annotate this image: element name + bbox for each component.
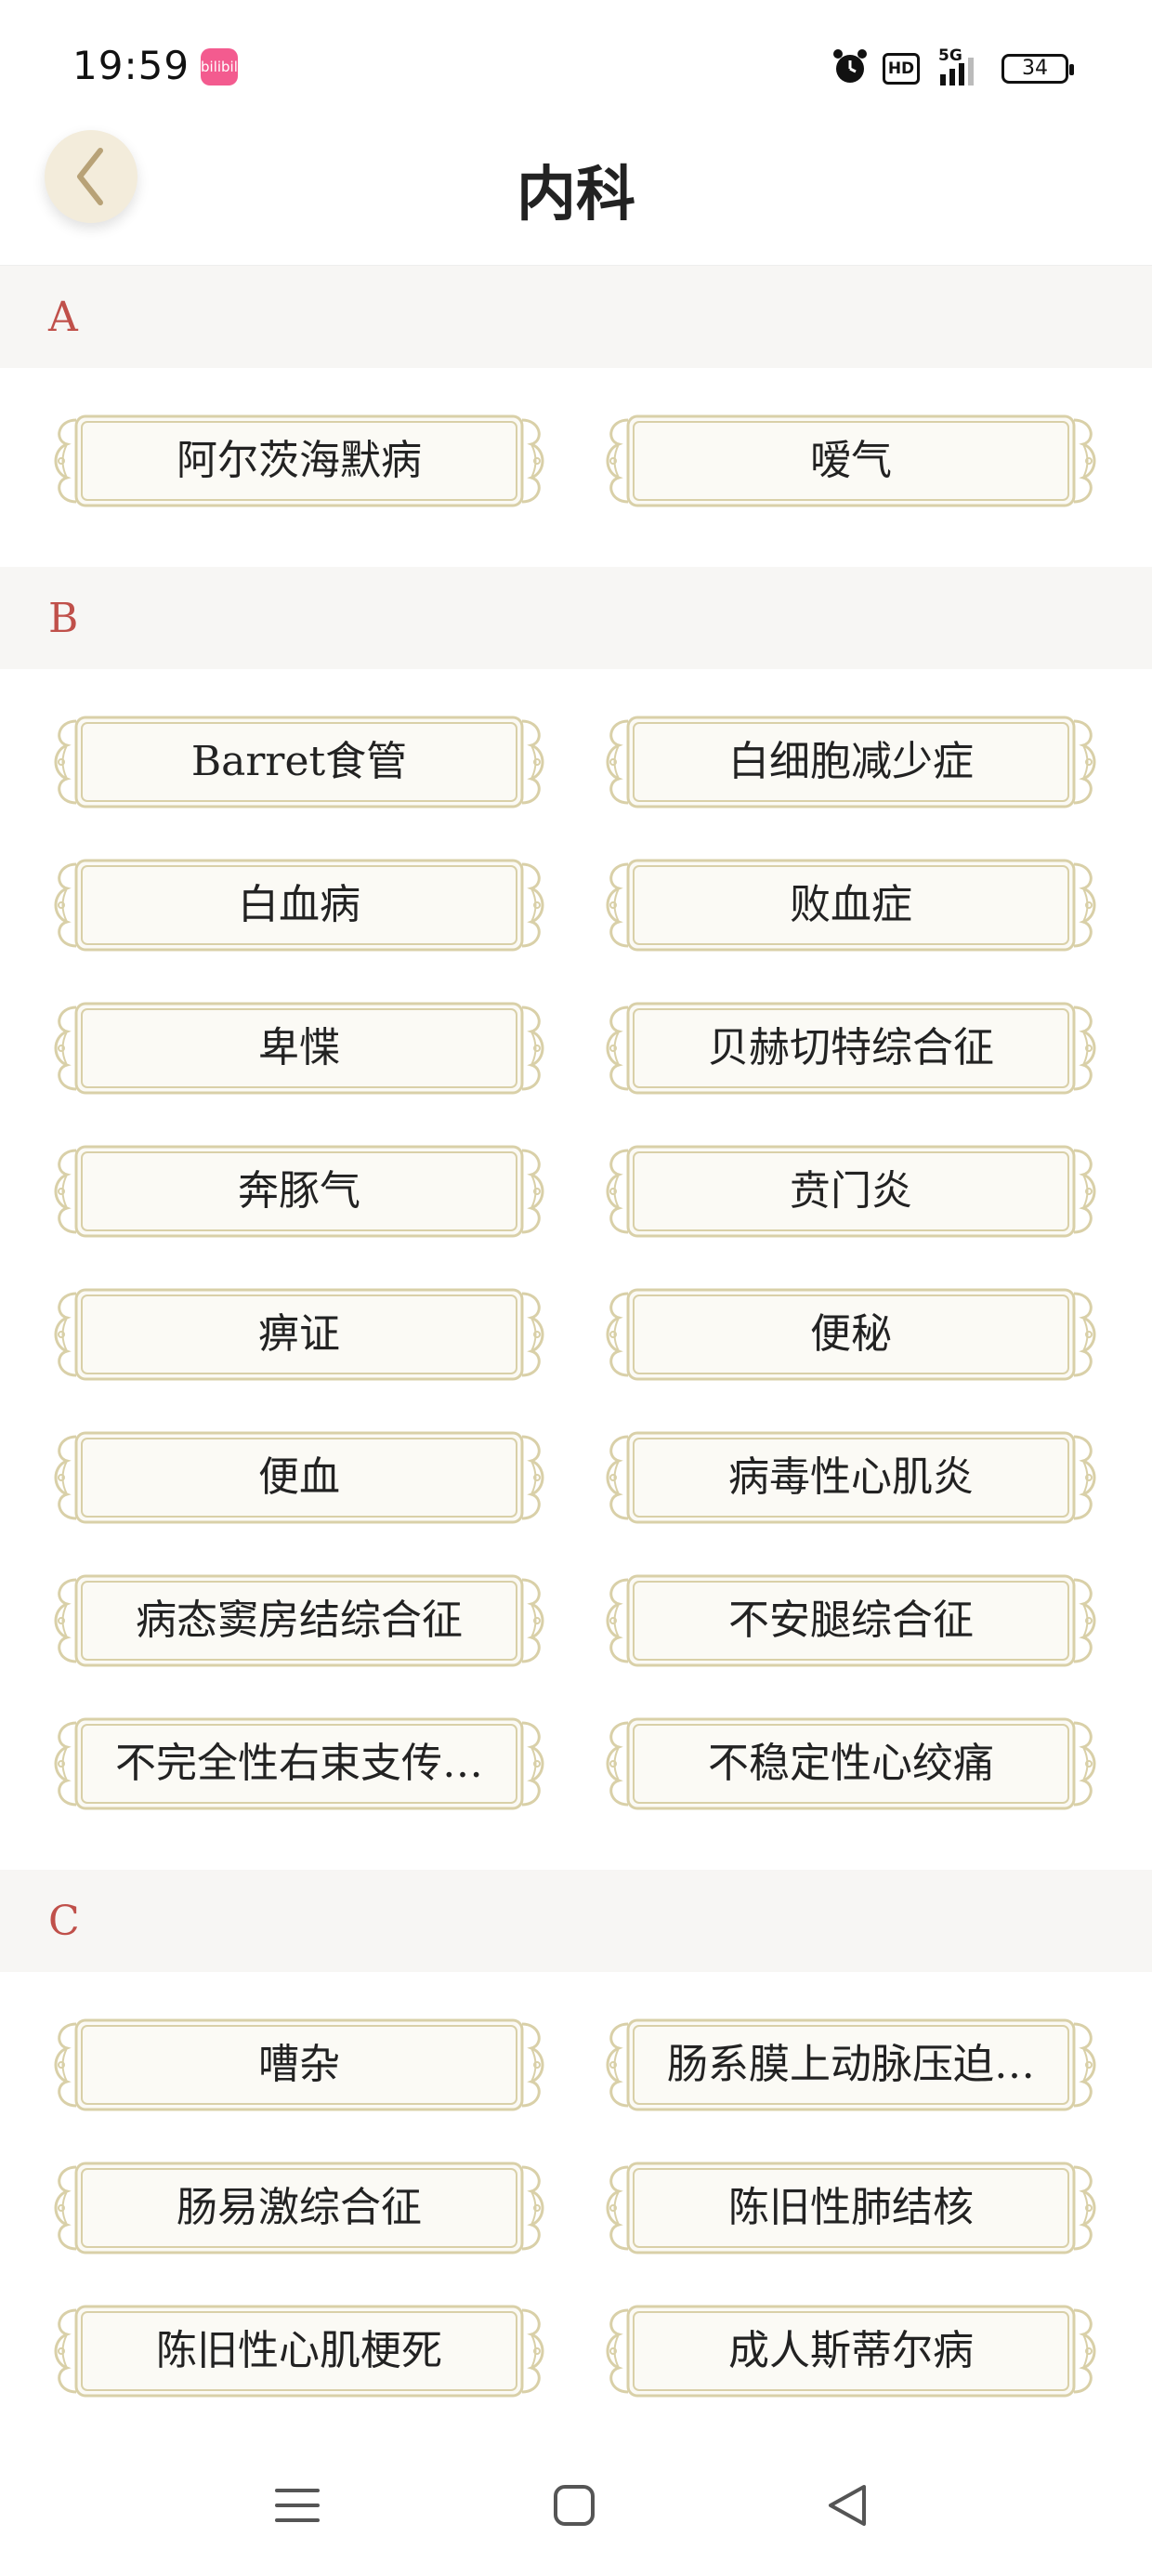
disease-item[interactable]: 肠系膜上动脉压迫… [600, 2017, 1102, 2113]
disease-item[interactable]: Barret食管 [48, 714, 550, 810]
disease-item-label: 肠易激综合征 [177, 2184, 422, 2231]
disease-list[interactable]: A 阿尔茨海默病 嗳气 B Barret食管 白细胞减少症 白血病 败血症 卑惵… [0, 266, 1152, 2431]
item-row: 嘈杂 肠系膜上动脉压迫… [0, 2017, 1152, 2160]
alarm-clock-icon [831, 46, 870, 91]
section-letter: B [48, 595, 79, 642]
disease-item[interactable]: 便秘 [600, 1286, 1102, 1383]
disease-item[interactable]: 贝赫切特综合征 [600, 1000, 1102, 1097]
disease-item-label: 阿尔茨海默病 [177, 437, 422, 484]
disease-item-label: Barret食管 [190, 738, 408, 785]
disease-item-label: 不完全性右束支传… [115, 1740, 483, 1787]
disease-item[interactable]: 陈旧性心肌梗死 [48, 2303, 550, 2399]
section-header-b: B [0, 567, 1152, 669]
item-row: 便血 病毒性心肌炎 [0, 1429, 1152, 1572]
item-row: 病态窦房结综合征 不安腿综合征 [0, 1572, 1152, 1715]
nav-back-button[interactable] [810, 2468, 884, 2543]
item-row: 痹证 便秘 [0, 1286, 1152, 1429]
disease-item[interactable]: 卑惵 [48, 1000, 550, 1097]
disease-item[interactable]: 贲门炎 [600, 1143, 1102, 1240]
back-button[interactable] [45, 130, 137, 223]
menu-icon [275, 2489, 320, 2522]
status-indicators: HD 5G 34 [831, 46, 1074, 91]
item-row: 阿尔茨海默病 嗳气 [0, 413, 1152, 556]
disease-item[interactable]: 肠易激综合征 [48, 2160, 550, 2256]
chevron-left-icon [77, 148, 103, 205]
disease-item[interactable]: 嘈杂 [48, 2017, 550, 2113]
disease-item[interactable]: 嗳气 [600, 413, 1102, 509]
disease-item-label: 陈旧性心肌梗死 [156, 2327, 442, 2374]
section-letter: A [48, 294, 78, 341]
disease-item[interactable]: 痹证 [48, 1286, 550, 1383]
disease-item[interactable]: 不安腿综合征 [600, 1572, 1102, 1669]
bilibili-app-icon: bilibili [201, 48, 242, 85]
section-letter: C [48, 1898, 80, 1945]
nav-home-button[interactable] [537, 2468, 611, 2543]
disease-item-label: 不稳定性心绞痛 [708, 1740, 994, 1787]
disease-item[interactable]: 陈旧性肺结核 [600, 2160, 1102, 2256]
item-row: 不完全性右束支传… 不稳定性心绞痛 [0, 1715, 1152, 1859]
app-screen: 19:59 bilibili HD 5G 34 内科 A 阿尔茨海默病 嗳气 B… [0, 0, 1152, 2576]
back-triangle-icon [829, 2485, 866, 2526]
disease-item[interactable]: 病态窦房结综合征 [48, 1572, 550, 1669]
page-header: 内科 [0, 121, 1152, 266]
battery-indicator: 34 [1001, 54, 1074, 84]
disease-item-label: 病毒性心肌炎 [728, 1453, 974, 1501]
disease-item-label: 嗳气 [810, 437, 892, 484]
disease-item-label: 白细胞减少症 [728, 738, 974, 785]
disease-item-label: 嘈杂 [258, 2041, 340, 2088]
section-header-a: A [0, 266, 1152, 368]
disease-item[interactable]: 病毒性心肌炎 [600, 1429, 1102, 1526]
disease-item[interactable]: 败血症 [600, 857, 1102, 953]
disease-item-label: 成人斯蒂尔病 [728, 2327, 974, 2374]
section-header-c: C [0, 1870, 1152, 1972]
status-bar: 19:59 bilibili HD 5G 34 [0, 0, 1152, 121]
item-row: 奔豚气 贲门炎 [0, 1143, 1152, 1286]
disease-item-label: 痹证 [258, 1310, 340, 1358]
disease-item-label: 病态窦房结综合征 [136, 1597, 463, 1644]
disease-item-label: 奔豚气 [238, 1167, 360, 1215]
item-row: 白血病 败血症 [0, 857, 1152, 1000]
section-body-a: 阿尔茨海默病 嗳气 [0, 368, 1152, 567]
disease-item-label: 白血病 [238, 881, 360, 928]
nav-menu-button[interactable] [260, 2468, 334, 2543]
disease-item-label: 肠系膜上动脉压迫… [667, 2041, 1035, 2088]
section-body-c: 嘈杂 肠系膜上动脉压迫… 肠易激综合征 陈旧性肺结核 陈旧性心肌梗死 成人斯蒂尔… [0, 1972, 1152, 2431]
section-body-b: Barret食管 白细胞减少症 白血病 败血症 卑惵 贝赫切特综合征 奔豚气 贲… [0, 669, 1152, 1870]
system-nav-bar [0, 2431, 1152, 2576]
item-row: 肠易激综合征 陈旧性肺结核 [0, 2160, 1152, 2303]
disease-item[interactable]: 不完全性右束支传… [48, 1715, 550, 1812]
disease-item[interactable]: 白细胞减少症 [600, 714, 1102, 810]
status-time: 19:59 [72, 43, 190, 88]
item-row: 陈旧性心肌梗死 成人斯蒂尔病 [0, 2303, 1152, 2431]
disease-item[interactable]: 阿尔茨海默病 [48, 413, 550, 509]
disease-item-label: 贲门炎 [790, 1167, 912, 1215]
item-row: Barret食管 白细胞减少症 [0, 714, 1152, 857]
disease-item[interactable]: 奔豚气 [48, 1143, 550, 1240]
disease-item-label: 贝赫切特综合征 [708, 1024, 994, 1071]
disease-item[interactable]: 白血病 [48, 857, 550, 953]
disease-item[interactable]: 不稳定性心绞痛 [600, 1715, 1102, 1812]
disease-item-label: 卑惵 [258, 1024, 340, 1071]
disease-item[interactable]: 成人斯蒂尔病 [600, 2303, 1102, 2399]
page-title: 内科 [517, 160, 635, 230]
signal-bars-icon: 5G [933, 46, 988, 89]
disease-item-label: 便秘 [810, 1310, 892, 1358]
disease-item-label: 不安腿综合征 [728, 1597, 974, 1644]
disease-item-label: 便血 [258, 1453, 340, 1501]
hd-badge: HD [883, 53, 920, 85]
item-row: 卑惵 贝赫切特综合征 [0, 1000, 1152, 1143]
home-square-icon [554, 2485, 595, 2526]
disease-item-label: 败血症 [790, 881, 912, 928]
disease-item[interactable]: 便血 [48, 1429, 550, 1526]
disease-item-label: 陈旧性肺结核 [728, 2184, 974, 2231]
